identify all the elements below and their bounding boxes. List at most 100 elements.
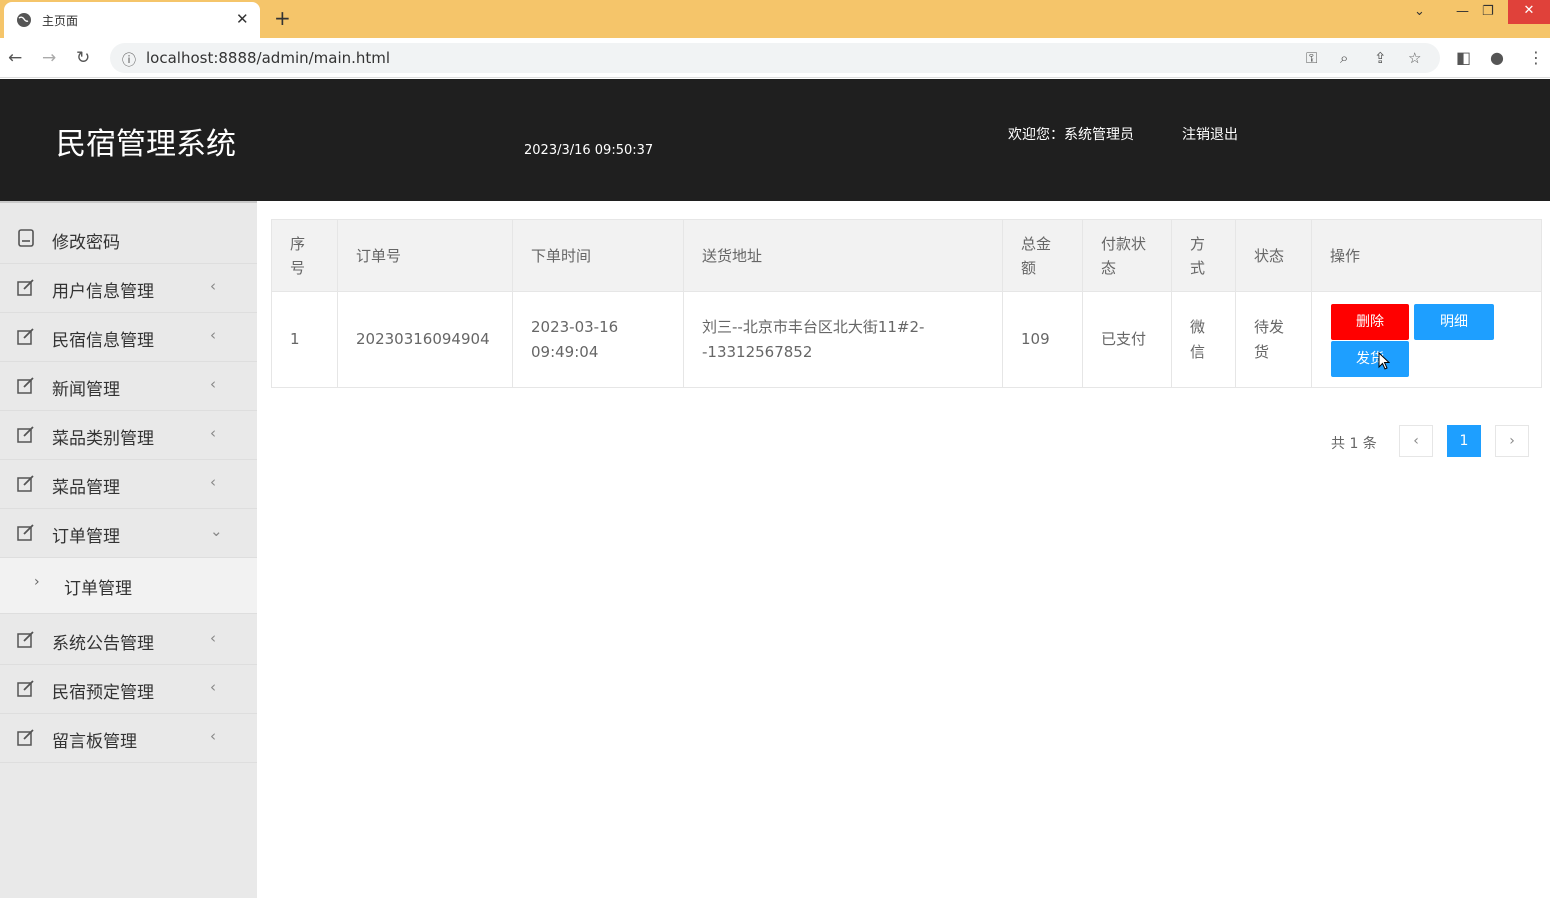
sidebar-subitem-orders[interactable]: › 订单管理	[0, 558, 257, 614]
info-icon[interactable]: ⓘ	[122, 50, 136, 70]
pager-total: 共 1 条	[1331, 436, 1377, 452]
welcome-text: 欢迎您：系统管理员	[1008, 127, 1134, 143]
sidebar-item-label: 修改密码	[52, 233, 120, 253]
cell-address: 刘三--北京市丰台区北大街11#2--13312567852	[683, 291, 1003, 388]
column-header: 付款状态	[1082, 219, 1172, 292]
sidebar-item-dish[interactable]: 菜品管理 ‹	[0, 460, 257, 509]
pager-page-button[interactable]: 1	[1447, 425, 1481, 457]
column-header: 状态	[1235, 219, 1312, 292]
sidebar-item-label: 民宿预定管理	[52, 683, 154, 703]
sidebar-item-label: 系统公告管理	[52, 634, 154, 654]
column-header: 下单时间	[512, 219, 684, 292]
share-icon[interactable]: ⇪	[1374, 49, 1387, 67]
edit-icon	[17, 426, 34, 443]
column-header: 订单号	[337, 219, 513, 292]
restore-icon[interactable]: ❐	[1482, 4, 1494, 19]
cell-method: 微信	[1171, 291, 1236, 388]
app-header: 民宿管理系统 2023/3/16 09:50:37 欢迎您：系统管理员 注销退出	[0, 79, 1550, 201]
chevron-left-icon: ‹	[210, 678, 216, 696]
edit-icon	[17, 524, 34, 541]
back-icon[interactable]: ←	[8, 48, 22, 68]
sidebar-item-label: 订单管理	[52, 527, 120, 547]
edit-icon	[17, 377, 34, 394]
sidebar-item-news[interactable]: 新闻管理 ‹	[0, 362, 257, 411]
tab-search-icon[interactable]: ⌄	[1414, 4, 1425, 19]
delete-button[interactable]: 删除	[1331, 304, 1409, 340]
globe-icon	[17, 13, 31, 27]
column-header: 序号	[271, 219, 338, 292]
logout-link[interactable]: 注销退出	[1182, 124, 1238, 144]
cell-actions: 删除 明细 发货	[1311, 291, 1542, 388]
orders-table: 序号 订单号 下单时间 送货地址 总金额 付款状态 方式 状态 操作 1 202…	[271, 219, 1542, 388]
app-title: 民宿管理系统	[56, 127, 236, 162]
key-icon[interactable]: ⚿	[1306, 49, 1317, 67]
cell-order-time: 2023-03-16 09:49:04	[512, 291, 684, 388]
side-panel-icon[interactable]: ◧	[1456, 48, 1471, 67]
chevron-left-icon: ‹	[210, 629, 216, 647]
chevron-left-icon: ‹	[210, 424, 216, 442]
mouse-cursor-icon	[1378, 352, 1390, 370]
table-row: 1 20230316094904 2023-03-16 09:49:04 刘三-…	[271, 291, 1542, 388]
tab-close-icon[interactable]: ✕	[236, 10, 249, 28]
chevron-right-icon: ›	[34, 574, 40, 590]
chevron-down-icon: ⌄	[210, 522, 223, 540]
edit-icon	[17, 680, 34, 697]
sidebar-item-orders[interactable]: 订单管理 ⌄	[0, 509, 257, 558]
current-datetime: 2023/3/16 09:50:37	[524, 143, 654, 158]
profile-icon[interactable]: ●	[1490, 48, 1504, 67]
sidebar-item-label: 菜品类别管理	[52, 429, 154, 449]
sidebar-item-label: 用户信息管理	[52, 282, 154, 302]
cell-pay-status: 已支付	[1082, 291, 1172, 388]
detail-button[interactable]: 明细	[1414, 304, 1494, 340]
cell-status: 待发货	[1235, 291, 1312, 388]
sidebar-item-reservations[interactable]: 民宿预定管理 ‹	[0, 665, 257, 714]
new-tab-icon[interactable]: +	[274, 6, 291, 30]
chevron-left-icon: ‹	[210, 326, 216, 344]
cell-order-no: 20230316094904	[337, 291, 513, 388]
edit-icon	[17, 328, 34, 345]
sidebar-item-label: 留言板管理	[52, 732, 137, 752]
browser-tab[interactable]: 主页面 ✕	[4, 2, 260, 38]
sidebar-item-dish-category[interactable]: 菜品类别管理 ‹	[0, 411, 257, 460]
url-text: localhost:8888/admin/main.html	[146, 49, 391, 67]
table-header-row: 序号 订单号 下单时间 送货地址 总金额 付款状态 方式 状态 操作	[271, 219, 1542, 292]
column-header: 操作	[1311, 219, 1542, 292]
column-header: 方式	[1171, 219, 1236, 292]
ship-button[interactable]: 发货	[1331, 341, 1409, 377]
window-close-icon[interactable]: ✕	[1508, 0, 1550, 24]
sidebar-item-homestay-info[interactable]: 民宿信息管理 ‹	[0, 313, 257, 362]
chevron-left-icon: ‹	[210, 375, 216, 393]
edit-icon	[17, 729, 34, 746]
reload-icon[interactable]: ↻	[76, 48, 90, 68]
chevron-left-icon: ‹	[210, 473, 216, 491]
chevron-left-icon: ‹	[210, 277, 216, 295]
minimize-icon[interactable]: —	[1456, 4, 1469, 19]
document-icon	[18, 229, 34, 247]
cell-index: 1	[271, 291, 338, 388]
url-field[interactable]: ⓘ localhost:8888/admin/main.html ⚿ ⌕ ⇪ ☆	[110, 43, 1440, 73]
column-header: 送货地址	[683, 219, 1003, 292]
edit-icon	[17, 475, 34, 492]
pager-prev-button[interactable]: ‹	[1399, 425, 1433, 457]
sidebar-subitem-label: 订单管理	[64, 579, 132, 599]
sidebar-item-label: 菜品管理	[52, 478, 120, 498]
edit-icon	[17, 279, 34, 296]
sidebar-item-change-password[interactable]: 修改密码	[0, 215, 257, 264]
forward-icon[interactable]: →	[42, 48, 56, 68]
menu-kebab-icon[interactable]: ⋮	[1528, 48, 1544, 67]
edit-icon	[17, 631, 34, 648]
column-header: 总金额	[1002, 219, 1083, 292]
sidebar-item-user-info[interactable]: 用户信息管理 ‹	[0, 264, 257, 313]
address-bar: ← → ↻ ⓘ localhost:8888/admin/main.html ⚿…	[0, 38, 1550, 78]
star-icon[interactable]: ☆	[1408, 49, 1421, 67]
zoom-icon[interactable]: ⌕	[1340, 49, 1348, 67]
sidebar-item-label: 民宿信息管理	[52, 331, 154, 351]
chevron-left-icon: ‹	[210, 727, 216, 745]
cell-amount: 109	[1002, 291, 1083, 388]
main-content: 序号 订单号 下单时间 送货地址 总金额 付款状态 方式 状态 操作 1 202…	[257, 201, 1550, 898]
sidebar-item-message-board[interactable]: 留言板管理 ‹	[0, 714, 257, 763]
sidebar: 修改密码 用户信息管理 ‹ 民宿信息管理 ‹ 新闻管理 ‹ 菜品类别管理 ‹ 菜…	[0, 201, 257, 898]
pager-next-button[interactable]: ›	[1495, 425, 1529, 457]
sidebar-item-announcements[interactable]: 系统公告管理 ‹	[0, 616, 257, 665]
browser-tab-bar: 主页面 ✕ + ⌄ — ❐ ✕	[0, 0, 1550, 38]
